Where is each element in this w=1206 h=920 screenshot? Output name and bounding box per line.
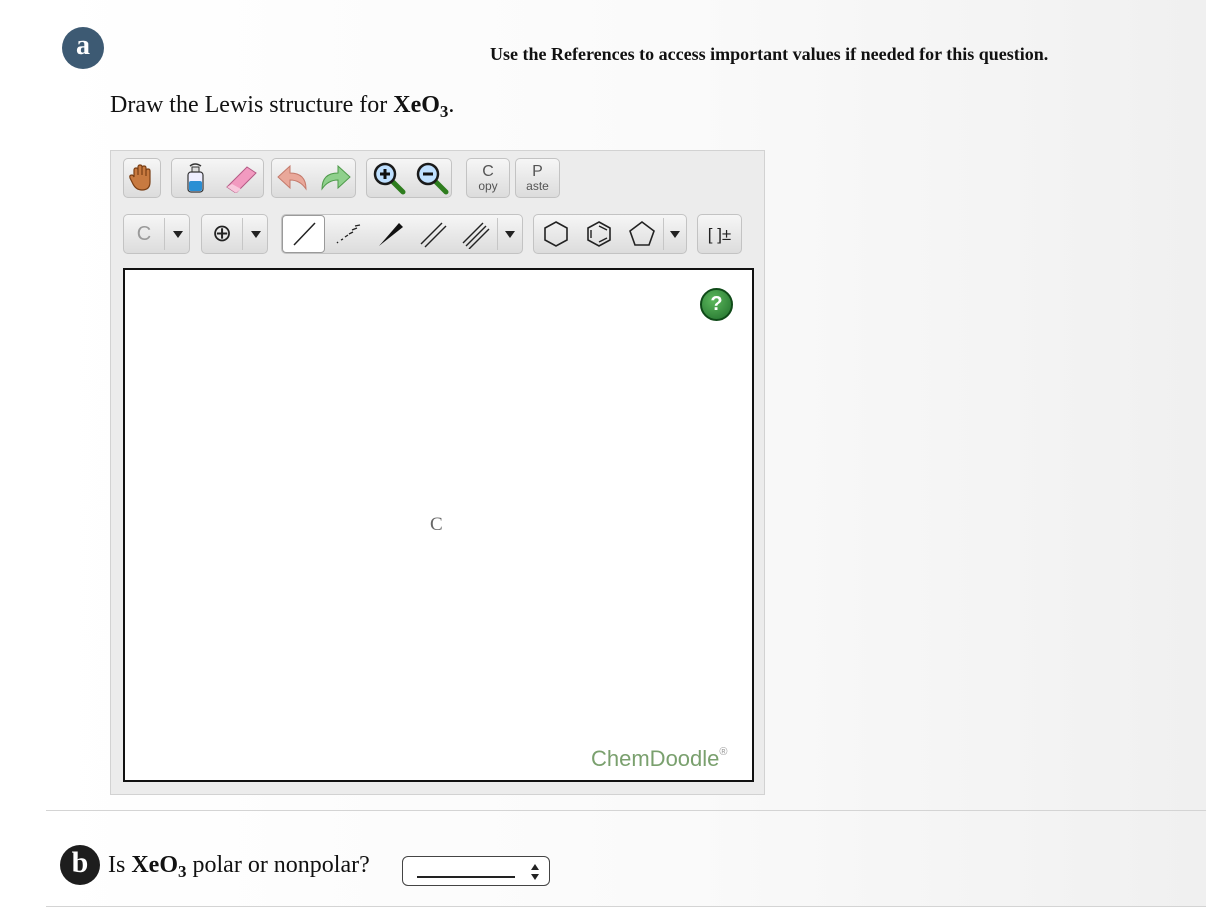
zoom-in-button[interactable] xyxy=(367,159,410,197)
hashed-bond-button[interactable] xyxy=(325,215,368,253)
zoom-out-button[interactable] xyxy=(410,159,453,197)
question-a-text: Draw the Lewis structure for xyxy=(110,92,394,118)
redo-button[interactable] xyxy=(314,159,356,197)
atom-label-dropdown[interactable]: C xyxy=(123,214,190,254)
panel-divider-bottom xyxy=(46,906,1206,907)
part-b-badge: b xyxy=(60,845,100,885)
ring-tools-group xyxy=(533,214,687,254)
question-b-formula: XeO3 xyxy=(131,852,187,881)
pentagon-icon xyxy=(628,221,655,246)
wedge-bond-icon xyxy=(378,223,403,246)
clear-bottle-icon xyxy=(187,163,204,193)
chemdoodle-sketcher: C opy P aste C ⊕ []± ? C ChemDoodle® xyxy=(110,150,765,795)
chevron-down-icon[interactable] xyxy=(670,231,680,238)
benzene-icon xyxy=(586,221,611,247)
up-down-arrows-icon xyxy=(531,864,539,880)
eraser-icon xyxy=(226,166,257,193)
charge-plus-icon: ⊕ xyxy=(211,220,233,247)
bracket-icon: [ ]± xyxy=(707,224,732,244)
hand-button[interactable] xyxy=(123,158,161,198)
question-b-prompt: Is XeO3 polar or nonpolar? xyxy=(108,852,370,881)
single-bond-button[interactable] xyxy=(282,215,325,253)
undo-icon xyxy=(277,164,307,191)
atom-label-value: C xyxy=(136,223,152,245)
chevron-down-icon xyxy=(251,231,261,238)
copy-icon: C xyxy=(482,163,494,180)
bond-tools-group xyxy=(281,214,523,254)
hashed-bond-icon xyxy=(336,224,360,244)
wedge-bond-button[interactable] xyxy=(368,215,411,253)
charge-dropdown[interactable]: ⊕ xyxy=(201,214,268,254)
blank-line xyxy=(417,876,515,878)
redo-icon xyxy=(321,164,351,191)
drawing-canvas[interactable]: ? C ChemDoodle® xyxy=(123,268,754,782)
single-bond-icon xyxy=(292,222,316,246)
chevron-down-icon[interactable] xyxy=(505,231,515,238)
hand-icon xyxy=(129,164,151,191)
clear-button[interactable] xyxy=(172,159,218,197)
undo-redo-group xyxy=(271,158,356,198)
question-a-prompt: Draw the Lewis structure for XeO3. xyxy=(110,92,455,121)
cyclopentane-button[interactable] xyxy=(620,215,663,253)
zoom-group xyxy=(366,158,452,198)
polarity-select[interactable] xyxy=(402,856,550,886)
benzene-button[interactable] xyxy=(577,215,620,253)
paste-button[interactable]: P aste xyxy=(515,158,560,198)
zoom-out-icon xyxy=(416,162,448,195)
chevron-down-icon xyxy=(173,231,183,238)
copy-button[interactable]: C opy xyxy=(466,158,510,198)
references-note: Use the References to access important v… xyxy=(490,44,1049,64)
zoom-in-icon xyxy=(373,162,405,195)
triple-bond-button[interactable] xyxy=(454,215,497,253)
undo-button[interactable] xyxy=(272,159,314,197)
question-a-formula: XeO3 xyxy=(393,92,449,121)
cyclohexane-button[interactable] xyxy=(534,215,577,253)
chemdoodle-logo: ChemDoodle® xyxy=(591,746,728,771)
part-a-badge: a xyxy=(62,27,104,69)
help-icon[interactable]: ? xyxy=(700,288,733,321)
canvas-atom[interactable]: C xyxy=(430,514,443,536)
paste-icon: P xyxy=(532,163,543,180)
hexagon-icon xyxy=(543,221,568,247)
double-bond-button[interactable] xyxy=(411,215,454,253)
double-bond-icon xyxy=(420,222,446,248)
clear-eraser-group xyxy=(171,158,264,198)
bracket-charge-button[interactable]: [ ]± xyxy=(697,214,742,254)
triple-bond-icon xyxy=(462,222,489,249)
eraser-button[interactable] xyxy=(218,159,264,197)
